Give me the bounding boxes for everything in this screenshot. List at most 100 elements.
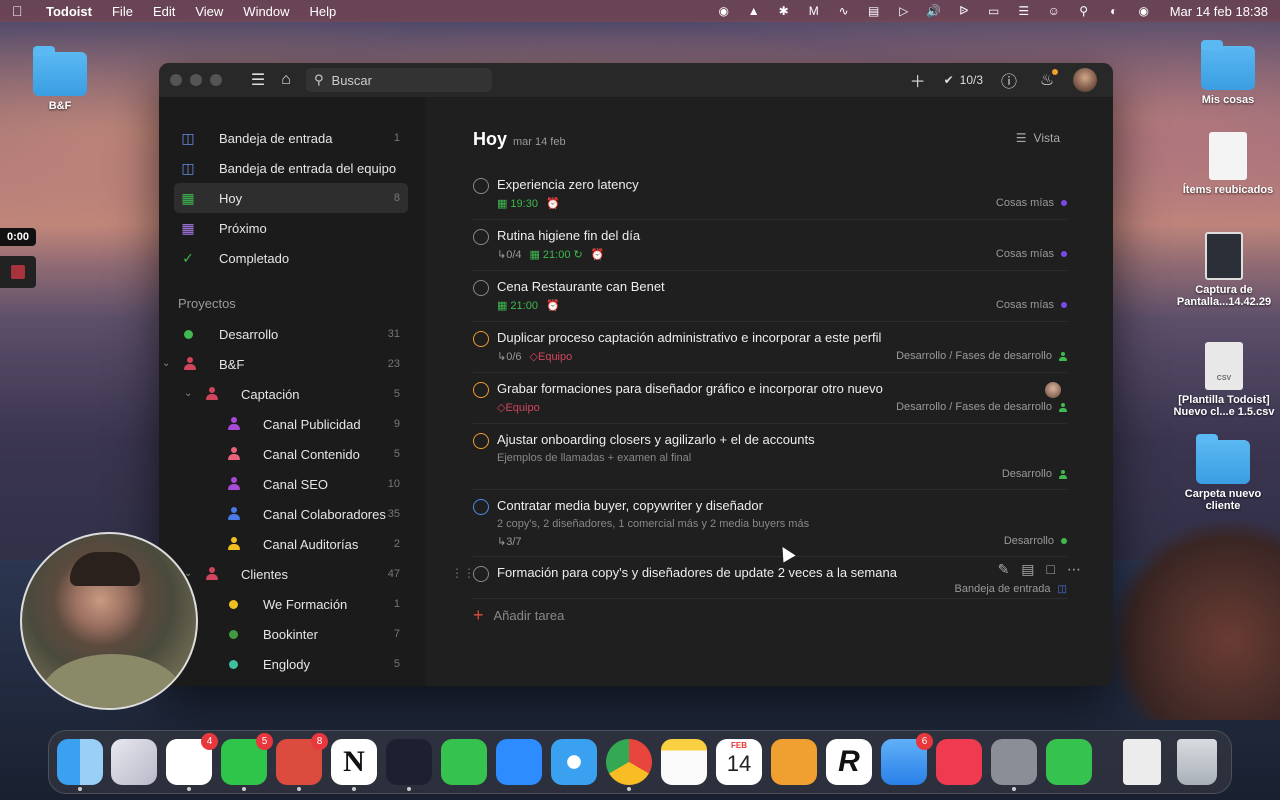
notion-icon[interactable]: N — [331, 739, 377, 791]
control-center-icon[interactable]: ◐ — [1106, 4, 1122, 18]
desktop-file-captura[interactable]: Captura de Pantalla...14.42.29 — [1170, 232, 1278, 308]
trash-icon[interactable] — [1177, 739, 1217, 785]
comment-icon[interactable]: □ — [1047, 561, 1055, 578]
sidebar-project-desarrollo[interactable]: Desarrollo 31 — [174, 319, 408, 349]
task-project[interactable]: Cosas mías — [996, 248, 1067, 260]
task-due-time[interactable]: ▦ 21:00 — [497, 299, 538, 313]
due-date-icon[interactable]: ▤ — [1021, 561, 1034, 578]
drive-icon[interactable]: ▲ — [746, 4, 762, 18]
sidebar-project-canal-contenido[interactable]: Canal Contenido 5 — [174, 439, 408, 469]
notifications-bell-icon[interactable]: ♨ — [1035, 68, 1059, 92]
sidebar-project-clientes[interactable]: ⌄ Clientes 47 — [174, 559, 408, 589]
sidebar-project-captacion[interactable]: ⌄ Captación 5 — [174, 379, 408, 409]
menu-window[interactable]: Window — [243, 4, 289, 19]
task-checkbox[interactable] — [473, 382, 489, 398]
menubar-app-name[interactable]: Todoist — [46, 4, 92, 19]
task-checkbox[interactable] — [473, 331, 489, 347]
r-app-icon[interactable]: R — [826, 739, 872, 785]
menu-help[interactable]: Help — [310, 4, 337, 19]
task-row[interactable]: Cena Restaurante can Benet ▦ 21:00 ⏰ Cosa… — [473, 271, 1067, 322]
todoist-icon[interactable]: 8 — [276, 733, 328, 791]
sidebar-item-inbox[interactable]: ◫ Bandeja de entrada 1 — [174, 123, 408, 153]
more-options-icon[interactable]: ⋯ — [1067, 561, 1081, 578]
desktop-file-items[interactable]: Ítems reubicados — [1176, 132, 1280, 196]
sidebar-item-completed[interactable]: ✓ Completado — [174, 243, 408, 273]
view-options-button[interactable]: ☰ Vista — [1016, 131, 1060, 145]
notes-icon[interactable] — [661, 739, 707, 785]
menu-file[interactable]: File — [112, 4, 133, 19]
task-row[interactable]: Experiencia zero latency ▦ 19:30 ⏰ Cosas … — [473, 169, 1067, 220]
desktop-folder-bf[interactable]: B&F — [24, 46, 96, 112]
zoom-icon[interactable] — [496, 739, 542, 785]
settings-gear-icon[interactable]: ✱ — [776, 4, 792, 18]
sidebar-project-englody[interactable]: Englody 5 — [174, 649, 408, 679]
safari-icon[interactable] — [551, 739, 597, 785]
task-checkbox[interactable] — [473, 499, 489, 515]
siri-icon[interactable]: ◉ — [1136, 4, 1152, 18]
task-title[interactable]: Grabar formaciones para diseñador gráfic… — [497, 381, 883, 396]
productivity-button[interactable]: ✔ 10/3 — [944, 73, 983, 87]
task-row[interactable]: Rutina higiene fin del día ↳0/4 ▦ 21:00 ↻ … — [473, 220, 1067, 271]
task-title[interactable]: Experiencia zero latency — [497, 177, 639, 192]
projects-section-title[interactable]: Proyectos — [159, 289, 425, 319]
messages-icon[interactable] — [1046, 739, 1092, 785]
finder-icon[interactable] — [57, 739, 103, 791]
chevron-down-icon[interactable]: ⌄ — [184, 388, 192, 399]
menu-edit[interactable]: Edit — [153, 4, 175, 19]
search-icon[interactable]: ⚲ — [1076, 4, 1092, 18]
drag-handle-icon[interactable]: ⋮⋮ — [451, 566, 475, 580]
close-window-button[interactable] — [170, 74, 182, 86]
desktop-folder-carpeta[interactable]: Carpeta nuevo cliente — [1176, 434, 1270, 512]
task-due-time[interactable]: ▦ 21:00 ↻ — [530, 248, 583, 262]
task-title[interactable]: Duplicar proceso captación administrativ… — [497, 330, 881, 345]
task-project[interactable]: Cosas mías — [996, 299, 1067, 311]
search-input[interactable]: ⚲ Buscar — [306, 68, 492, 92]
task-title[interactable]: Ajustar onboarding closers y agilizarlo … — [497, 432, 815, 447]
menubar-clock[interactable]: Mar 14 feb 18:38 — [1170, 4, 1268, 19]
zoom-window-button[interactable] — [210, 74, 222, 86]
pdf-stack-icon[interactable] — [1123, 739, 1161, 785]
facetime-icon[interactable] — [441, 739, 487, 785]
notes-icon[interactable]: ▤ — [866, 4, 882, 18]
music-icon[interactable] — [936, 739, 982, 785]
avatar[interactable] — [1073, 68, 1097, 92]
add-task-button[interactable]: ＋ — [906, 68, 930, 92]
volume-icon[interactable]: 🔊 — [926, 4, 942, 18]
chevron-down-icon[interactable]: ⌄ — [162, 358, 170, 369]
task-checkbox[interactable] — [473, 229, 489, 245]
minimize-window-button[interactable] — [190, 74, 202, 86]
task-label[interactable]: ◇Equipo — [497, 401, 540, 414]
add-task-button[interactable]: + Añadir tarea — [473, 605, 564, 626]
camera-icon[interactable]: ◉ — [716, 4, 732, 18]
menu-icon[interactable]: ☰ — [246, 68, 270, 92]
system-settings-icon[interactable] — [991, 739, 1037, 791]
task-project[interactable]: Desarrollo / Fases de desarrollo — [896, 350, 1067, 362]
task-project[interactable]: Bandeja de entrada ◫ — [955, 583, 1067, 595]
slack-icon[interactable]: 4 — [166, 733, 218, 791]
sidebar-project-canal-auditorias[interactable]: Canal Auditorías 2 — [174, 529, 408, 559]
task-title[interactable]: Formación para copy's y diseñadores de u… — [497, 565, 897, 580]
task-title[interactable]: Rutina higiene fin del día — [497, 228, 640, 243]
task-title[interactable]: Contratar media buyer, copywriter y dise… — [497, 498, 763, 513]
bluetooth-icon[interactable]: ᐉ — [956, 4, 972, 18]
task-label[interactable]: ◇Equipo — [530, 350, 573, 363]
task-project[interactable]: Desarrollo / Fases de desarrollo — [896, 401, 1067, 413]
mail-icon[interactable]: 6 — [881, 733, 933, 785]
pages-icon[interactable] — [771, 739, 817, 785]
task-row[interactable]: Contratar media buyer, copywriter y dise… — [473, 490, 1067, 557]
task-checkbox[interactable] — [473, 433, 489, 449]
user-icon[interactable]: ☺ — [1046, 4, 1062, 18]
sidebar-item-upcoming[interactable]: ▦ Próximo — [174, 213, 408, 243]
sidebar-project-canal-seo[interactable]: Canal SEO 10 — [174, 469, 408, 499]
sidebar-project-bookinter[interactable]: Bookinter 7 — [174, 619, 408, 649]
task-due-time[interactable]: ▦ 19:30 — [497, 197, 538, 211]
calendar-icon[interactable]: FEB 14 — [716, 739, 762, 785]
stop-recording-button[interactable] — [0, 256, 36, 288]
task-row[interactable]: Grabar formaciones para diseñador gráfic… — [473, 373, 1067, 424]
gmail-icon[interactable]: M — [806, 4, 822, 18]
sidebar-project-bf[interactable]: ⌄ B&F 23 — [162, 349, 408, 379]
wifi-icon[interactable]: ☰ — [1016, 4, 1032, 18]
sidebar-item-today[interactable]: ▦ Hoy 8 — [174, 183, 408, 213]
task-checkbox[interactable] — [473, 280, 489, 296]
sidebar-project-canal-colaboradores[interactable]: Canal Colaboradores 35 — [174, 499, 408, 529]
